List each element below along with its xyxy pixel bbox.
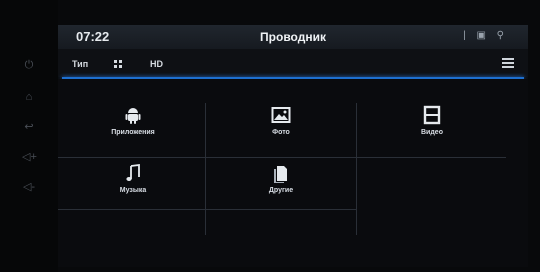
- head-unit-screen: ⏻ ⌂ ↩ ◁+ ◁- 07:22 Проводник | ▣ ⚲ Тип HD: [0, 0, 540, 272]
- grid-divider: [356, 157, 506, 158]
- category-label: Фото: [272, 129, 290, 136]
- volume-down-icon[interactable]: ◁-: [22, 180, 36, 194]
- category-label: Видео: [421, 129, 443, 136]
- hardware-button-column: ⏻ ⌂ ↩ ◁+ ◁-: [0, 0, 58, 272]
- image-icon: [271, 107, 291, 123]
- file-manager-screen: 07:22 Проводник | ▣ ⚲ Тип HD Приложения …: [58, 25, 528, 267]
- category-label: Другие: [268, 187, 294, 194]
- category-label: Приложения: [111, 129, 155, 136]
- status-bar: 07:22 Проводник | ▣ ⚲: [58, 25, 528, 49]
- tab-hd[interactable]: HD: [150, 57, 163, 71]
- music-note-icon: [126, 163, 140, 181]
- grid-divider: [58, 157, 356, 158]
- category-music[interactable]: Музыка: [58, 163, 208, 215]
- view-toolbar: Тип HD: [58, 49, 528, 77]
- home-icon[interactable]: ⌂: [22, 90, 36, 104]
- tab-grid[interactable]: [114, 57, 124, 71]
- status-icons: | ▣ ⚲: [463, 30, 508, 41]
- category-video[interactable]: Видео: [357, 105, 507, 157]
- film-icon: [423, 105, 441, 125]
- power-icon[interactable]: ⏻: [22, 58, 36, 72]
- tab-type[interactable]: Тип: [72, 57, 88, 71]
- volume-up-icon[interactable]: ◁+: [22, 150, 37, 164]
- app-title: Проводник: [260, 30, 326, 44]
- category-apps[interactable]: Приложения: [58, 105, 208, 157]
- grid-icon: [114, 60, 122, 68]
- files-icon: [274, 166, 287, 183]
- menu-icon[interactable]: [502, 58, 514, 68]
- category-label: Музыка: [119, 187, 147, 194]
- android-icon: [125, 108, 141, 124]
- category-grid: Приложения Фото Видео Музыка Другие: [58, 79, 528, 267]
- category-other[interactable]: Другие: [206, 163, 356, 215]
- back-icon[interactable]: ↩: [22, 120, 36, 134]
- category-photo[interactable]: Фото: [206, 105, 356, 157]
